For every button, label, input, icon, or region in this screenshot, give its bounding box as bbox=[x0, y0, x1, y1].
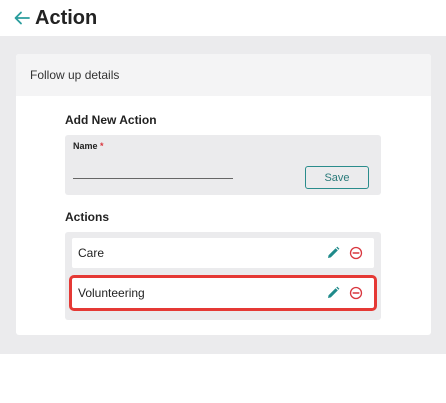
action-item-volunteering[interactable]: Volunteering bbox=[69, 275, 377, 311]
name-label-text: Name bbox=[73, 141, 98, 151]
card-header: Follow up details bbox=[16, 54, 431, 96]
page-header: Action bbox=[0, 0, 446, 36]
page-title: Action bbox=[35, 7, 98, 29]
actions-list: Care Volunteering bbox=[65, 232, 381, 320]
remove-button[interactable] bbox=[349, 286, 363, 300]
pencil-icon bbox=[328, 246, 340, 258]
save-button[interactable]: Save bbox=[305, 166, 369, 189]
card-title: Follow up details bbox=[30, 68, 120, 82]
name-input[interactable] bbox=[73, 163, 233, 179]
arrow-left-icon bbox=[14, 11, 30, 25]
add-action-form: Name * Save bbox=[65, 135, 381, 195]
minus-circle-icon bbox=[349, 286, 363, 300]
back-button[interactable] bbox=[13, 9, 31, 27]
pencil-icon bbox=[328, 286, 340, 298]
minus-circle-icon bbox=[349, 246, 363, 260]
add-new-action-heading: Add New Action bbox=[65, 113, 157, 127]
actions-heading: Actions bbox=[65, 210, 110, 224]
action-item-care[interactable]: Care bbox=[72, 238, 374, 268]
action-item-label: Care bbox=[78, 246, 105, 260]
action-item-label: Volunteering bbox=[78, 286, 145, 300]
required-marker: * bbox=[100, 141, 104, 151]
name-field-label: Name * bbox=[73, 141, 104, 152]
edit-button[interactable] bbox=[326, 246, 340, 260]
remove-button[interactable] bbox=[349, 246, 363, 260]
edit-button[interactable] bbox=[326, 286, 340, 300]
